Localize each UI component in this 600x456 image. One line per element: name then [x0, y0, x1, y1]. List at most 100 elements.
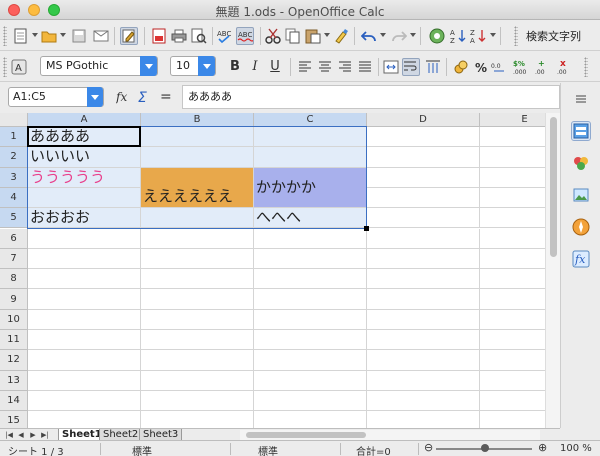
toolbar-grip[interactable]	[3, 57, 7, 77]
align-top-icon[interactable]	[424, 58, 442, 76]
chevron-down-icon[interactable]	[87, 87, 103, 107]
row-header-7[interactable]: 7	[0, 248, 28, 270]
cell-e6[interactable]	[480, 229, 545, 249]
cell-d7[interactable]	[367, 248, 480, 270]
cell-a9[interactable]	[28, 289, 141, 310]
font-size-combo[interactable]: 10	[170, 56, 216, 76]
gallery-icon[interactable]	[571, 185, 591, 205]
zoom-in-icon[interactable]: ⊕	[538, 441, 547, 454]
cell-e12[interactable]	[480, 350, 545, 371]
cell-c15[interactable]	[254, 411, 367, 428]
chevron-down-icon[interactable]	[140, 56, 157, 76]
new-dropdown-icon[interactable]	[32, 33, 38, 37]
next-sheet-icon[interactable]: ▶	[28, 430, 38, 440]
edit-file-icon[interactable]	[120, 27, 138, 45]
cell-b7[interactable]	[141, 248, 254, 270]
copy-icon[interactable]	[284, 27, 302, 45]
search-label[interactable]: 検索文字列	[526, 28, 581, 44]
column-header-c[interactable]: C	[254, 113, 367, 127]
status-zoom[interactable]: 100 %	[560, 443, 592, 454]
functions-icon[interactable]: fx	[571, 249, 591, 269]
cell-a3[interactable]: ううううう	[28, 167, 141, 188]
cell-a10[interactable]	[28, 309, 141, 330]
cell-c3[interactable]: かかかか	[254, 167, 367, 209]
cell-e9[interactable]	[480, 289, 545, 310]
cell-d1[interactable]	[367, 127, 480, 148]
cell-d12[interactable]	[367, 350, 480, 371]
cell-a14[interactable]	[28, 390, 141, 412]
sort-dropdown-icon[interactable]	[490, 33, 496, 37]
cell-e10[interactable]	[480, 310, 545, 330]
row-header-12[interactable]: 12	[0, 350, 28, 371]
open-dropdown-icon[interactable]	[60, 33, 66, 37]
column-header-b[interactable]: B	[141, 113, 254, 127]
navigator-icon[interactable]	[571, 217, 591, 237]
cell-e11[interactable]	[480, 330, 545, 351]
wrap-text-icon[interactable]	[402, 58, 420, 76]
cell-b10[interactable]	[141, 309, 254, 330]
delete-decimal-place-icon[interactable]: x .00	[556, 58, 574, 76]
cell-e15[interactable]	[480, 411, 545, 428]
justify-icon[interactable]	[356, 58, 374, 76]
cell-a12[interactable]	[28, 350, 141, 371]
cell-b11[interactable]	[141, 330, 254, 351]
row-header-1[interactable]: 1	[0, 127, 28, 148]
cell-c7[interactable]	[254, 248, 367, 270]
cell-e4[interactable]	[480, 188, 545, 209]
cell-a15[interactable]	[28, 411, 141, 428]
styles-icon[interactable]: A	[10, 58, 28, 76]
export-pdf-icon[interactable]	[150, 27, 168, 45]
font-name-combo[interactable]: MS PGothic	[40, 56, 158, 76]
merge-cells-icon[interactable]	[382, 58, 400, 76]
cell-a6[interactable]	[28, 228, 141, 249]
row-header-9[interactable]: 9	[0, 289, 28, 310]
cell-d15[interactable]	[367, 411, 480, 428]
cell-d5[interactable]	[367, 208, 480, 229]
cell-d3[interactable]	[367, 167, 480, 188]
zoom-out-icon[interactable]: ⊖	[424, 441, 433, 454]
sidebar-menu-icon[interactable]	[571, 89, 591, 109]
row-header-3[interactable]: 3	[0, 167, 28, 188]
vertical-scrollbar[interactable]	[545, 113, 560, 428]
status-selection-mode[interactable]: 標準	[258, 443, 278, 456]
row-header-6[interactable]: 6	[0, 228, 28, 249]
select-all-corner[interactable]	[0, 113, 28, 127]
cell-a1[interactable]: ああああ	[28, 127, 141, 148]
underline-button[interactable]: U	[267, 59, 283, 74]
cell-d13[interactable]	[367, 370, 480, 391]
row-header-10[interactable]: 10	[0, 309, 28, 330]
status-page-style[interactable]: 標準	[132, 443, 152, 456]
column-header-d[interactable]: D	[367, 113, 480, 127]
horizontal-scrollbar[interactable]	[240, 430, 540, 440]
cell-e13[interactable]	[480, 371, 545, 391]
cell-d9[interactable]	[367, 289, 480, 310]
cell-c10[interactable]	[254, 309, 367, 330]
align-right-icon[interactable]	[336, 58, 354, 76]
name-box[interactable]: A1:C5	[8, 87, 104, 107]
add-decimal-icon[interactable]: $% .000	[512, 58, 530, 76]
sort-descending-icon[interactable]: ZA	[470, 27, 488, 45]
navigator-icon[interactable]	[428, 27, 446, 45]
cell-b6[interactable]	[141, 228, 254, 249]
row-header-13[interactable]: 13	[0, 370, 28, 391]
cell-a4[interactable]	[28, 187, 141, 209]
function-wizard-icon[interactable]: fx	[115, 89, 134, 109]
row-header-14[interactable]: 14	[0, 390, 28, 412]
cell-b15[interactable]	[141, 411, 254, 428]
cell-b4[interactable]: ええええええ	[141, 167, 254, 209]
add-decimal-place-icon[interactable]: + .00	[534, 58, 552, 76]
vertical-scroll-thumb[interactable]	[550, 117, 557, 257]
cell-d14[interactable]	[367, 390, 480, 412]
cell-c5[interactable]: へへへ	[254, 208, 367, 229]
redo-icon[interactable]	[390, 27, 408, 45]
cell-a5[interactable]: おおおお	[28, 208, 141, 229]
clone-formatting-icon[interactable]	[332, 27, 350, 45]
number-format-icon[interactable]: 0.0	[490, 58, 508, 76]
row-header-4[interactable]: 4	[0, 187, 28, 209]
cell-c11[interactable]	[254, 330, 367, 351]
email-icon[interactable]	[92, 27, 110, 45]
cell-b5[interactable]	[141, 208, 254, 229]
cell-a11[interactable]	[28, 330, 141, 351]
fill-handle[interactable]	[364, 225, 369, 231]
cell-d4[interactable]	[367, 187, 480, 209]
